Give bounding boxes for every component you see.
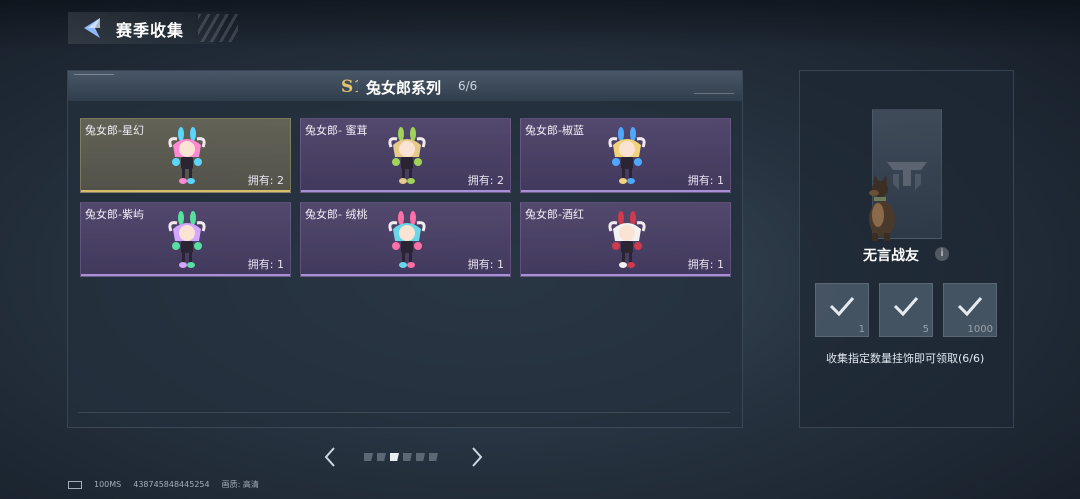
bunny-charm-icon	[608, 127, 646, 184]
owned-count: 拥有: 1	[467, 258, 504, 271]
owned-count: 拥有: 1	[687, 258, 724, 271]
page-dot[interactable]	[390, 453, 399, 461]
page-dot[interactable]	[429, 453, 438, 461]
item-name: 兔女郎-紫屿	[85, 208, 144, 221]
owned-count: 拥有: 1	[687, 174, 724, 187]
reward-condition-text: 收集指定数量挂饰即可领取(6/6)	[826, 352, 985, 365]
bunny-charm-icon	[168, 211, 206, 268]
owned-count: 拥有: 2	[247, 174, 284, 187]
header-decoration	[74, 74, 114, 75]
owned-count: 拥有: 1	[247, 258, 284, 271]
divider	[78, 412, 730, 413]
page-dots	[364, 453, 438, 463]
player-id-text: 438745848445254	[133, 480, 210, 489]
battery-icon	[68, 480, 82, 489]
decorative-stripes	[198, 14, 238, 42]
check-icon	[829, 297, 855, 317]
collection-item-card[interactable]: 兔女郎-椒蓝拥有: 1	[520, 118, 731, 193]
bunny-charm-icon	[388, 211, 426, 268]
page-dot[interactable]	[403, 453, 412, 461]
collection-item-card[interactable]: 兔女郎- 绒桃拥有: 1	[300, 202, 511, 277]
page-dot[interactable]	[416, 453, 425, 461]
tier-count: 5	[922, 324, 929, 335]
back-button[interactable]	[80, 16, 106, 40]
dog-companion-icon	[869, 175, 895, 241]
next-page-button[interactable]	[469, 446, 485, 468]
reward-tier[interactable]: 1000	[943, 283, 997, 337]
check-icon	[957, 297, 983, 317]
status-bar: 100MS 438745848445254 画质: 高清	[68, 479, 259, 490]
bunny-charm-icon	[168, 127, 206, 184]
reward-tier[interactable]: 5	[879, 283, 933, 337]
item-name: 兔女郎-星幻	[85, 124, 144, 137]
item-name: 兔女郎- 绒桃	[305, 208, 368, 221]
page-dot[interactable]	[377, 453, 386, 461]
prev-page-button[interactable]	[322, 446, 338, 468]
page-dot[interactable]	[364, 453, 373, 461]
check-icon	[893, 297, 919, 317]
top-bar: 赛季收集	[0, 0, 1080, 50]
header-decoration	[694, 93, 734, 94]
series-title: 兔女郎系列	[366, 79, 442, 97]
svg-text:S1: S1	[341, 77, 358, 96]
info-icon[interactable]: i	[935, 247, 949, 261]
reward-panel: 无言战友 i 1 5 1000 收集指定数量挂饰即可领取(6/6)	[799, 70, 1014, 428]
reward-name: 无言战友	[863, 248, 919, 264]
collection-item-card[interactable]: 兔女郎-酒红拥有: 1	[520, 202, 731, 277]
series-count: 6/6	[458, 79, 478, 93]
item-name: 兔女郎-椒蓝	[525, 124, 584, 137]
pagination	[322, 446, 487, 470]
owned-count: 拥有: 2	[467, 174, 504, 187]
quality-text: 画质: 高清	[221, 480, 259, 489]
collection-item-card[interactable]: 兔女郎- 蜜茸拥有: 2	[300, 118, 511, 193]
collection-item-card[interactable]: 兔女郎-紫屿拥有: 1	[80, 202, 291, 277]
bunny-charm-icon	[608, 211, 646, 268]
panel-header: S1 兔女郎系列 6/6	[68, 71, 742, 101]
back-arrow-icon	[84, 18, 100, 38]
tier-count: 1	[858, 324, 865, 335]
collection-item-card[interactable]: 兔女郎-星幻拥有: 2	[80, 118, 291, 193]
bunny-charm-icon	[388, 127, 426, 184]
item-name: 兔女郎-酒红	[525, 208, 584, 221]
reward-tier[interactable]: 1	[815, 283, 869, 337]
item-name: 兔女郎- 蜜茸	[305, 124, 368, 137]
season-badge-icon: S1	[341, 77, 358, 96]
tier-count: 1000	[967, 324, 993, 335]
page-title: 赛季收集	[116, 21, 185, 40]
collection-panel: S1 兔女郎系列 6/6 兔女郎-星幻拥有: 2兔女郎- 蜜茸拥有: 2兔女郎-…	[67, 70, 743, 428]
ping-text: 100MS	[94, 480, 122, 489]
